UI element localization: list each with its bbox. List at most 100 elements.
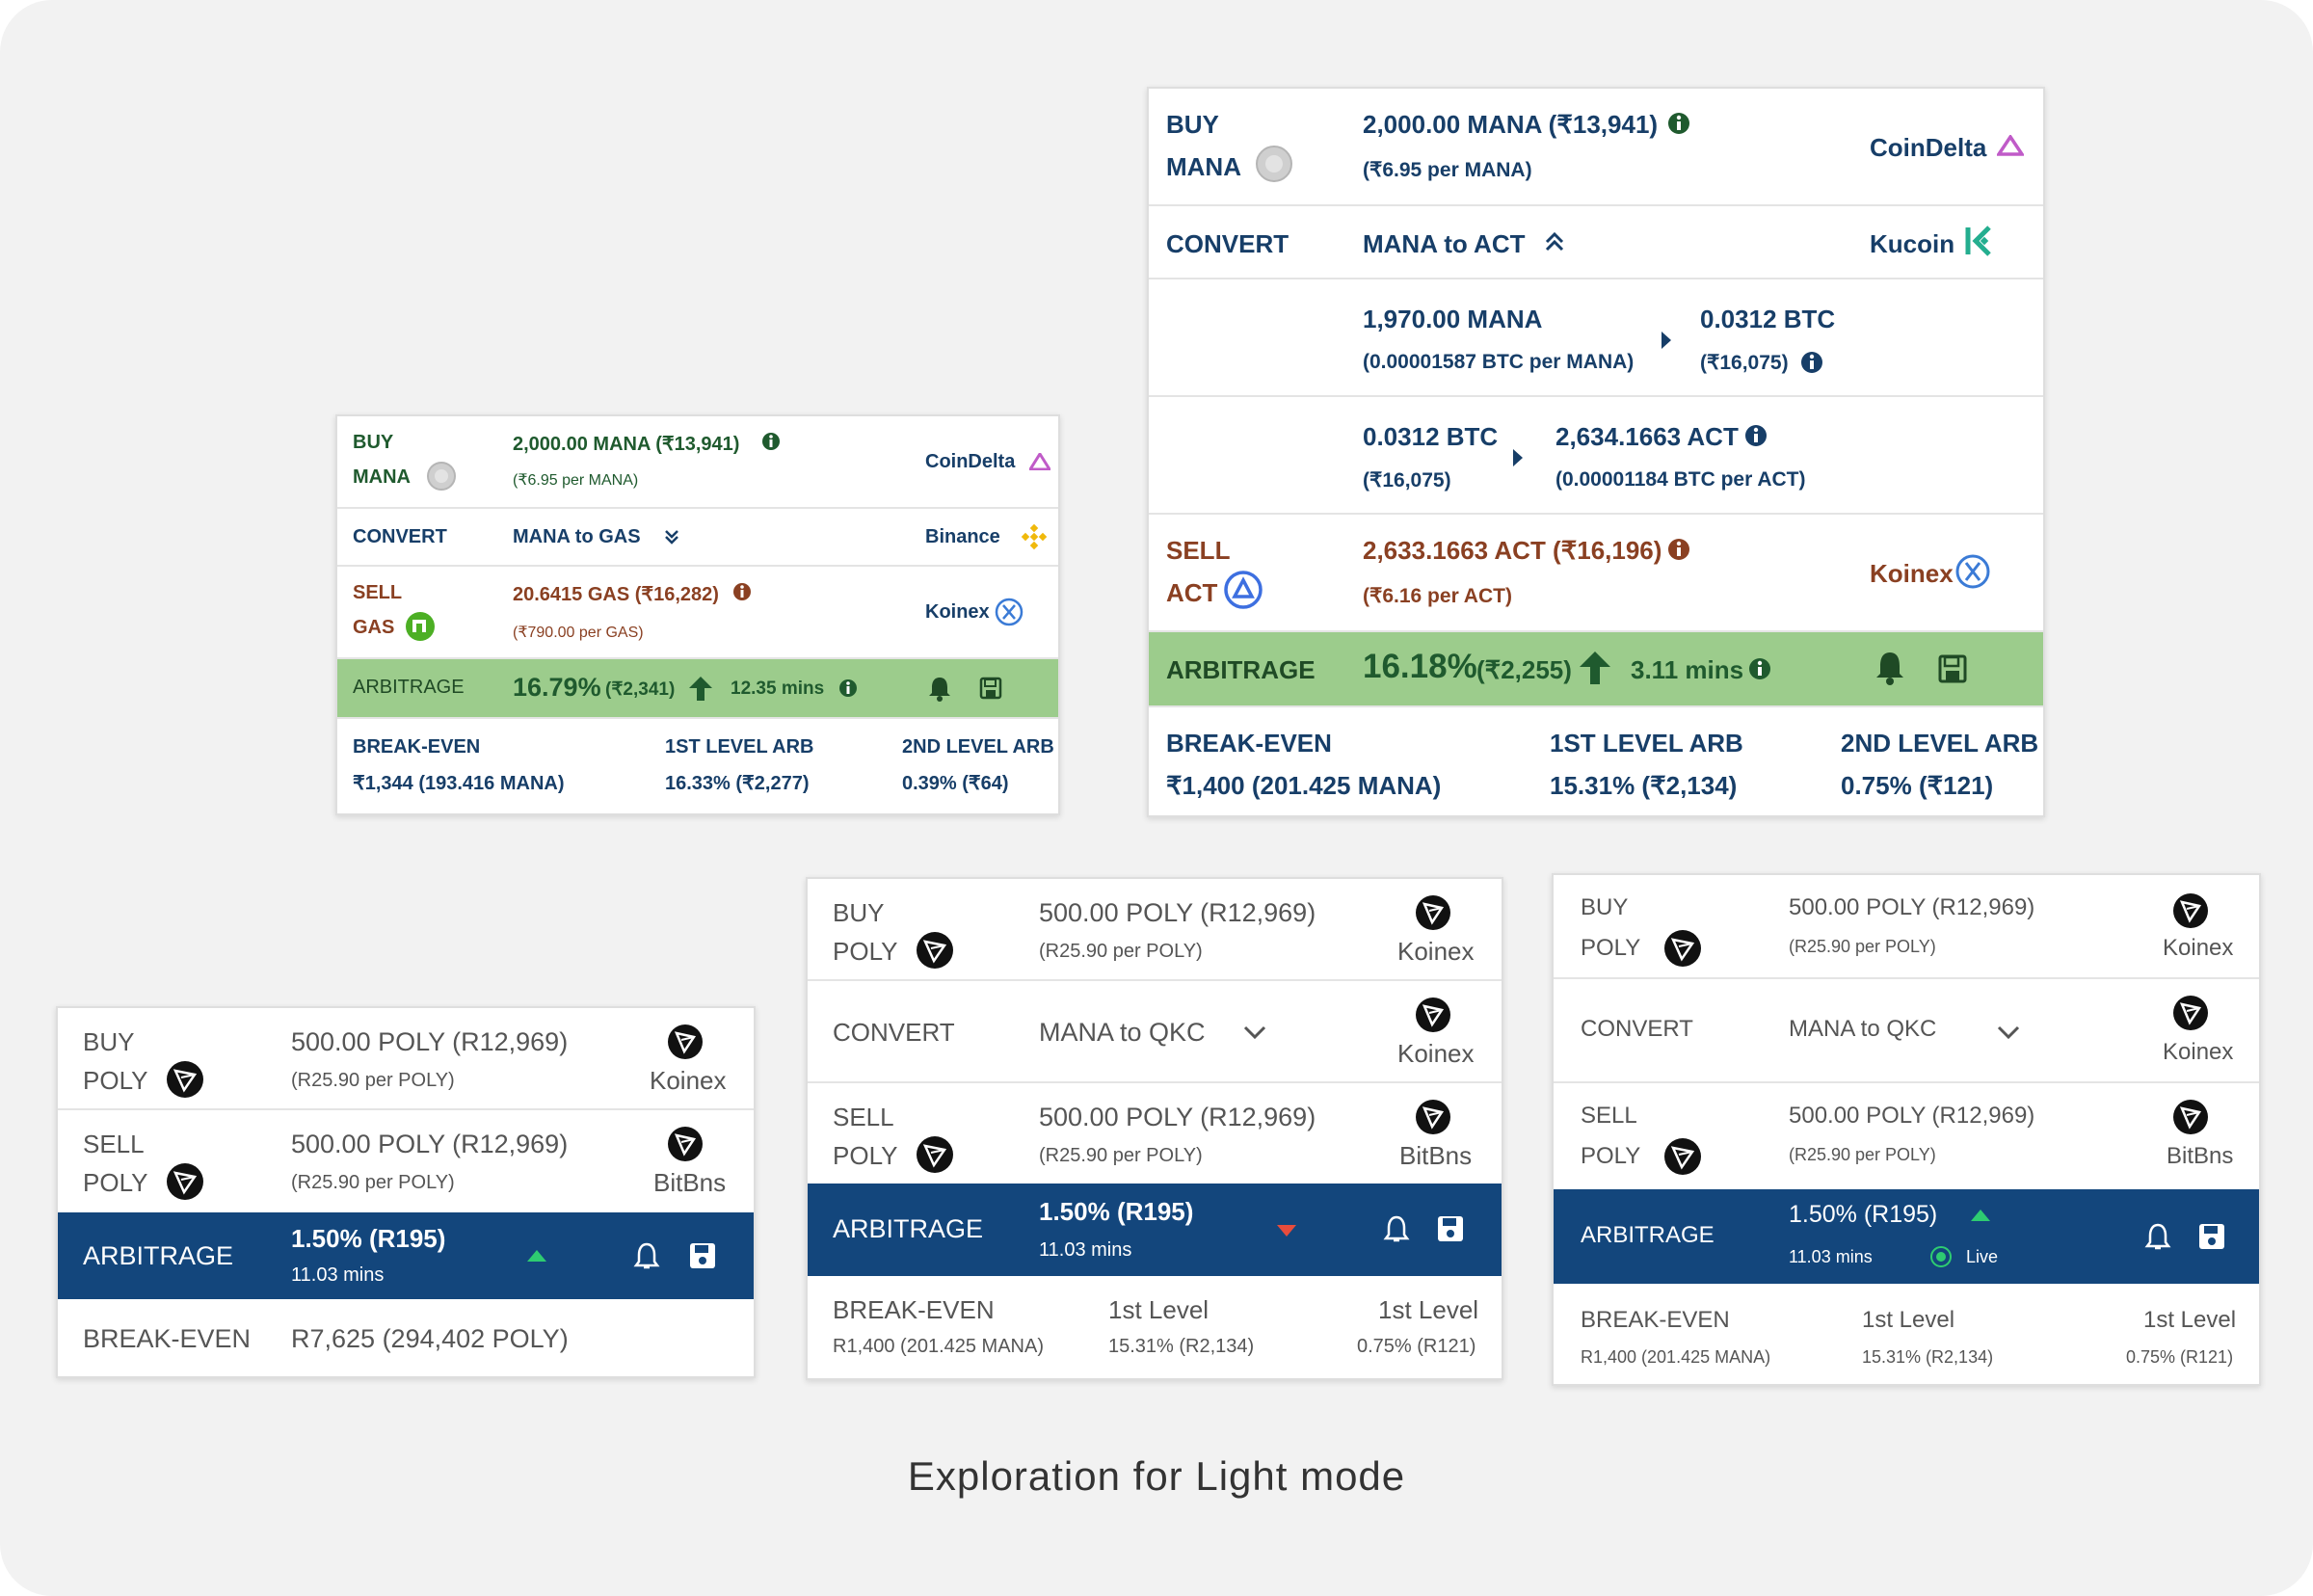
chevron-double-down-icon[interactable]	[663, 528, 680, 545]
break-even-value: R1,400 (201.425 MANA)	[1581, 1347, 1771, 1367]
tron-exchange-icon	[2173, 996, 2208, 1030]
buy-exchange[interactable]: Koinex	[2163, 935, 2233, 962]
sell-exchange[interactable]: Koinex	[1870, 559, 1954, 589]
save-icon[interactable]	[1436, 1214, 1465, 1243]
sell-amount: 2,633.1663 ACT (₹16,196)	[1363, 536, 1662, 565]
bell-icon[interactable]	[2143, 1222, 2172, 1253]
arbitrage-row[interactable]: ARBITRAGE 1.50% (R195) 11.03 mins	[808, 1184, 1502, 1276]
buy-rate: (R25.90 per POLY)	[291, 1070, 455, 1091]
sell-exchange[interactable]: Koinex	[925, 601, 990, 624]
arbitrage-time: 3.11 mins	[1631, 655, 1744, 684]
convert-exchange[interactable]: Koinex	[2163, 1039, 2233, 1066]
sell-row[interactable]: SELL POLY 500.00 POLY (R12,969) (R25.90 …	[1554, 1083, 2259, 1189]
bell-icon[interactable]	[632, 1241, 661, 1272]
sell-exchange[interactable]: BitBns	[2167, 1143, 2233, 1170]
info-icon[interactable]	[838, 678, 858, 698]
kucoin-logo-icon	[1965, 226, 1991, 256]
info-icon[interactable]	[1667, 538, 1690, 561]
sell-row[interactable]: SELL POLY 500.00 POLY (R12,969) (R25.90 …	[808, 1083, 1502, 1184]
convert-pair: MANA to GAS	[513, 526, 641, 547]
save-icon[interactable]	[2197, 1222, 2226, 1251]
mana-coin-icon	[427, 462, 456, 491]
arrow-right-icon	[1513, 449, 1523, 466]
buy-coin-label: POLY	[83, 1066, 148, 1095]
sell-row[interactable]: SELL POLY 500.00 POLY (R12,969) (R25.90 …	[58, 1110, 754, 1212]
conversion-step-2-row: 0.0312 BTC (₹16,075) 2,634.1663 ACT (0.0…	[1149, 397, 2043, 515]
sell-label: SELL	[1581, 1103, 1637, 1129]
tron-exchange-icon	[668, 1024, 703, 1059]
info-icon[interactable]	[1800, 351, 1823, 374]
sell-exchange[interactable]: BitBns	[1399, 1141, 1472, 1171]
bell-icon[interactable]	[927, 675, 952, 702]
arbitrage-row[interactable]: ARBITRAGE 1.50% (R195) 11.03 mins Live	[1554, 1189, 2259, 1284]
arbitrage-label: ARBITRAGE	[1166, 655, 1316, 684]
save-icon[interactable]	[1937, 653, 1968, 684]
buy-label: BUY	[833, 898, 885, 927]
buy-rate: (R25.90 per POLY)	[1039, 941, 1203, 962]
buy-row[interactable]: BUY POLY 500.00 POLY (R12,969) (R25.90 p…	[1554, 875, 2259, 979]
page-caption: Exploration for Light mode	[907, 1453, 1406, 1499]
buy-exchange[interactable]: Koinex	[650, 1066, 727, 1096]
sell-coin-label: GAS	[353, 617, 395, 638]
bell-icon[interactable]	[1382, 1214, 1411, 1245]
sell-amount: 500.00 POLY (R12,969)	[1789, 1103, 2035, 1129]
arbitrage-row[interactable]: ARBITRAGE 16.79% (₹2,341) 12.35 mins	[337, 659, 1058, 719]
arbitrage-row[interactable]: ARBITRAGE 16.18% (₹2,255) 3.11 mins	[1149, 632, 2043, 707]
save-icon[interactable]	[979, 677, 1002, 700]
convert-exchange[interactable]: Kucoin	[1870, 229, 1954, 259]
chevron-double-up-icon[interactable]	[1544, 231, 1565, 253]
break-even-row: BREAK-EVEN R7,625 (294,402 POLY)	[58, 1299, 754, 1376]
buy-amount: 500.00 POLY (R12,969)	[291, 1027, 569, 1056]
first-level-value: 15.31% (R2,134)	[1108, 1336, 1255, 1357]
arbitrage-label: ARBITRAGE	[1581, 1222, 1715, 1248]
buy-amount: 2,000.00 MANA (₹13,941)	[513, 434, 740, 455]
buy-exchange[interactable]: CoinDelta	[1870, 133, 1986, 163]
arbitrage-card-poly-live: BUY POLY 500.00 POLY (R12,969) (R25.90 p…	[1552, 873, 2261, 1386]
sell-row[interactable]: SELL ACT 2,633.1663 ACT (₹16,196) (₹6.16…	[1149, 515, 2043, 632]
convert-row[interactable]: CONVERT MANA to QKC Koinex	[808, 981, 1502, 1083]
bell-icon[interactable]	[1874, 650, 1906, 686]
buy-exchange[interactable]: CoinDelta	[925, 451, 1015, 473]
arbitrage-card-mana-act: BUY MANA 2,000.00 MANA (₹13,941) (₹6.95 …	[1147, 87, 2045, 817]
sell-coin-label: ACT	[1166, 578, 1218, 607]
step-2-to-rate: (0.00001184 BTC per ACT)	[1555, 468, 1806, 491]
koinex-logo-icon	[995, 598, 1024, 626]
tron-exchange-icon	[668, 1127, 703, 1161]
convert-exchange[interactable]: Koinex	[1397, 1039, 1475, 1069]
arbitrage-row[interactable]: ARBITRAGE 1.50% (R195) 11.03 mins	[58, 1212, 754, 1299]
second-level-label: 1st Level	[1378, 1295, 1479, 1324]
tron-exchange-icon	[2173, 1100, 2208, 1134]
buy-row[interactable]: BUY POLY 500.00 POLY (R12,969) (R25.90 p…	[808, 879, 1502, 981]
info-icon[interactable]	[761, 432, 781, 451]
arbitrage-time: 11.03 mins	[1789, 1247, 1873, 1266]
sell-label: SELL	[83, 1130, 145, 1158]
save-icon[interactable]	[688, 1241, 717, 1270]
convert-row[interactable]: CONVERT MANA to ACT Kucoin	[1149, 206, 2043, 279]
buy-row[interactable]: BUY MANA 2,000.00 MANA (₹13,941) (₹6.95 …	[337, 416, 1058, 509]
buy-exchange[interactable]: Koinex	[1397, 937, 1475, 967]
chevron-down-icon[interactable]	[1997, 1025, 2020, 1041]
sell-amount: 500.00 POLY (R12,969)	[1039, 1103, 1316, 1131]
info-icon[interactable]	[1667, 112, 1690, 135]
buy-row[interactable]: BUY POLY 500.00 POLY (R12,969) (R25.90 p…	[58, 1008, 754, 1110]
tron-exchange-icon	[2173, 893, 2208, 928]
sell-row[interactable]: SELL GAS 20.6415 GAS (₹16,282) (₹790.00 …	[337, 567, 1058, 659]
convert-row[interactable]: CONVERT MANA to GAS Binance	[337, 509, 1058, 567]
sell-coin-label: POLY	[1581, 1143, 1641, 1169]
break-even-row: BREAK-EVEN R1,400 (201.425 MANA) 1st Lev…	[1554, 1284, 2259, 1384]
info-icon[interactable]	[1748, 657, 1771, 680]
info-icon[interactable]	[732, 582, 752, 601]
buy-rate: (₹6.95 per MANA)	[1363, 159, 1532, 181]
convert-exchange[interactable]: Binance	[925, 526, 1000, 548]
buy-rate: (₹6.95 per MANA)	[513, 472, 639, 489]
chevron-down-icon[interactable]	[1243, 1025, 1266, 1041]
tron-coin-icon	[167, 1163, 203, 1200]
convert-row[interactable]: CONVERT MANA to QKC Koinex	[1554, 979, 2259, 1083]
sell-exchange[interactable]: BitBns	[653, 1168, 726, 1198]
first-level-label: 1st Level	[1108, 1295, 1210, 1324]
arbitrage-percent: 16.79%	[513, 673, 601, 702]
info-icon[interactable]	[1744, 424, 1768, 447]
triangle-up-icon	[1971, 1210, 1990, 1221]
buy-row[interactable]: BUY MANA 2,000.00 MANA (₹13,941) (₹6.95 …	[1149, 89, 2043, 206]
buy-amount: 2,000.00 MANA (₹13,941)	[1363, 110, 1659, 139]
